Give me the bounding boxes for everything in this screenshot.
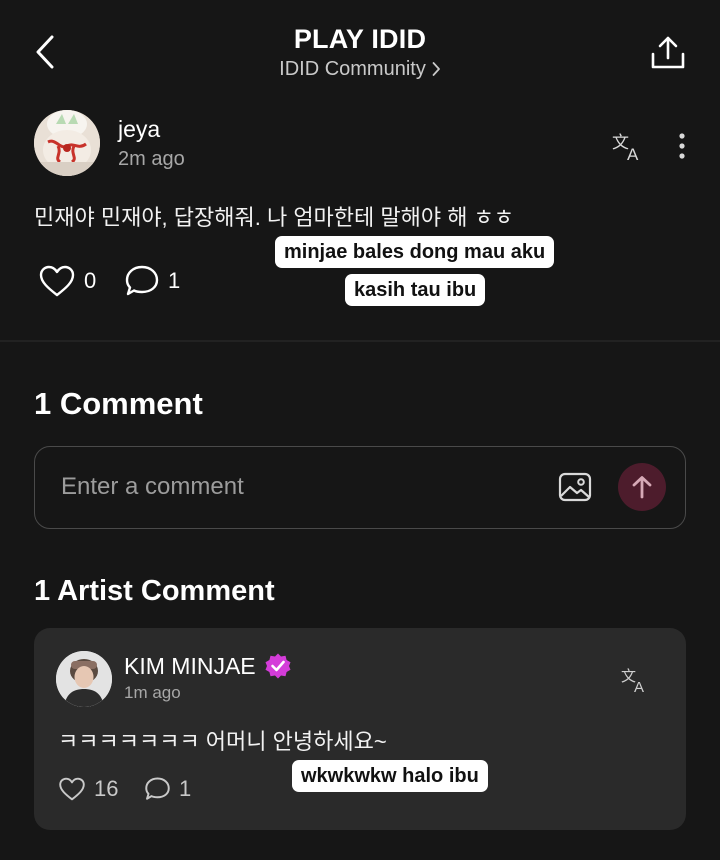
breadcrumb-community-link[interactable]: IDID Community bbox=[279, 56, 441, 82]
post-timestamp: 2m ago bbox=[118, 148, 185, 170]
artist-comment-count: 1 bbox=[179, 776, 192, 801]
translation-caption: minjae bales dong mau aku bbox=[275, 236, 555, 268]
comment-composer bbox=[34, 446, 686, 529]
more-vertical-icon bbox=[679, 133, 685, 159]
image-icon bbox=[558, 472, 592, 502]
chevron-right-icon bbox=[432, 62, 440, 76]
avatar[interactable] bbox=[34, 110, 100, 176]
post-like-button[interactable]: 0 bbox=[38, 264, 96, 298]
artist-comment-timestamp: 1m ago bbox=[124, 683, 181, 702]
post-like-count: 0 bbox=[84, 268, 97, 293]
page-title: PLAY IDID bbox=[293, 24, 427, 54]
attach-image-button[interactable] bbox=[555, 467, 595, 507]
artist-avatar-image bbox=[56, 651, 112, 707]
translation-caption: wkwkwkw halo ibu bbox=[292, 760, 488, 792]
back-button[interactable] bbox=[28, 30, 62, 74]
comments-heading: 1 Comment bbox=[34, 386, 203, 421]
comment-input[interactable] bbox=[61, 467, 531, 507]
translate-icon: 文 A bbox=[612, 133, 639, 162]
comment-bubble-icon bbox=[125, 265, 159, 296]
heart-icon bbox=[59, 777, 85, 801]
arrow-up-icon bbox=[632, 476, 652, 499]
translate-button[interactable]: 文 A bbox=[608, 126, 648, 166]
post-username[interactable]: jeya bbox=[118, 116, 160, 143]
verified-badge-icon bbox=[265, 653, 291, 679]
more-options-button[interactable] bbox=[668, 126, 696, 166]
back-arrow-icon bbox=[36, 35, 54, 69]
artist-name[interactable]: KIM MINJAE bbox=[124, 653, 256, 680]
divider bbox=[0, 340, 720, 342]
header: PLAY IDID IDID Community bbox=[0, 0, 720, 100]
artist-comments-heading: 1 Artist Comment bbox=[34, 575, 275, 607]
send-comment-button[interactable] bbox=[618, 463, 666, 511]
svg-text:A: A bbox=[627, 145, 639, 162]
breadcrumb-label: IDID Community bbox=[279, 58, 426, 80]
heart-icon bbox=[39, 265, 75, 297]
translate-icon: 文 A bbox=[621, 667, 644, 693]
post-comment-count: 1 bbox=[168, 268, 181, 293]
svg-text:A: A bbox=[634, 679, 644, 693]
translation-caption: kasih tau ibu bbox=[345, 274, 486, 306]
post-comment-button[interactable]: 1 bbox=[124, 264, 180, 298]
artist-comment-card: KIM MINJAE 1m ago 文 A ㅋㅋㅋㅋㅋㅋㅋ 어머니 안녕하세요~… bbox=[34, 628, 686, 830]
avatar[interactable] bbox=[56, 651, 112, 707]
comment-bubble-icon bbox=[145, 777, 170, 800]
artist-like-button[interactable]: 16 bbox=[58, 776, 118, 802]
artist-comment-body: ㅋㅋㅋㅋㅋㅋㅋ 어머니 안녕하세요~ bbox=[58, 729, 387, 754]
artist-like-count: 16 bbox=[94, 776, 119, 801]
post-body: 민재야 민재야, 답장해줘. 나 엄마한테 말해야 해 ㅎㅎ bbox=[34, 205, 515, 230]
artist-reply-button[interactable]: 1 bbox=[144, 776, 191, 802]
user-avatar-image bbox=[34, 110, 100, 176]
share-button[interactable] bbox=[646, 30, 690, 74]
translate-button[interactable]: 文 A bbox=[618, 662, 652, 696]
share-icon bbox=[651, 36, 685, 69]
